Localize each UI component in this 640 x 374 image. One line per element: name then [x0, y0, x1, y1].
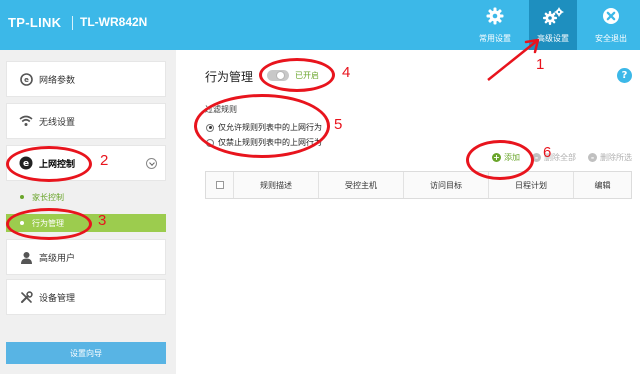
sidebar-item-label: 高级用户 [39, 253, 76, 264]
column-header: 访问目标 [404, 172, 489, 198]
sidebar-item-advanced-user[interactable]: 高级用户 [6, 239, 166, 275]
sidebar-subitem-parental-control[interactable]: 家长控制 [6, 188, 166, 206]
wifi-icon [19, 114, 33, 128]
column-header: 受控主机 [319, 172, 404, 198]
close-icon [587, 0, 635, 28]
brand-divider [72, 16, 73, 30]
annotation-circle-filter [194, 94, 330, 158]
select-all-checkbox[interactable] [215, 181, 224, 189]
annotation-number: 5 [334, 116, 343, 133]
annotation-circle-internet-control [6, 146, 92, 182]
model-name: TL-WR842N [80, 15, 148, 29]
gears-icon [529, 0, 577, 28]
sidebar-item-label: 设备管理 [39, 293, 76, 304]
column-header: 规则描述 [234, 172, 319, 198]
page-title: 行为管理 [205, 70, 254, 84]
setup-wizard-button[interactable]: 设置向导 [6, 342, 166, 364]
nav-label: 安全退出 [595, 34, 627, 43]
select-all-cell [206, 172, 234, 198]
delete-selected-label: 删除所选 [600, 153, 632, 162]
minus-icon: - [588, 153, 597, 162]
column-header: 编辑 [594, 180, 611, 190]
sidebar-item-label: 无线设置 [39, 117, 76, 128]
rules-table-header: 规则描述 受控主机 访问目标 日程计划 编辑 [205, 171, 632, 199]
gear-icon [471, 0, 519, 28]
annotation-circle-behavior [6, 208, 92, 240]
nav-logout[interactable]: 安全退出 [587, 0, 635, 50]
svg-text:e: e [24, 76, 29, 84]
annotation-number: 4 [342, 64, 351, 81]
tools-icon [19, 290, 33, 304]
bullet-icon [20, 195, 24, 199]
sidebar-subitem-label: 家长控制 [32, 192, 64, 202]
delete-all-button[interactable]: - 删除全部 [532, 152, 576, 163]
annotation-number: 6 [543, 144, 552, 161]
network-icon: e [19, 72, 33, 86]
sidebar-item-network[interactable]: e 网络参数 [6, 61, 166, 97]
help-icon[interactable]: ? [617, 68, 632, 83]
annotation-circle-toggle [259, 58, 335, 92]
user-icon [19, 250, 33, 264]
sidebar-item-label: 网络参数 [39, 75, 76, 86]
chevron-down-icon[interactable] [146, 158, 157, 169]
sidebar-item-wireless[interactable]: 无线设置 [6, 103, 166, 139]
brand-logo: TP-LINK [8, 15, 62, 30]
delete-selected-button[interactable]: - 删除所选 [588, 152, 632, 163]
annotation-number: 2 [100, 152, 109, 169]
annotation-circle-add [466, 140, 534, 180]
annotation-number: 3 [98, 212, 107, 229]
sidebar-item-device-management[interactable]: 设备管理 [6, 279, 166, 315]
annotation-number: 1 [536, 56, 545, 73]
